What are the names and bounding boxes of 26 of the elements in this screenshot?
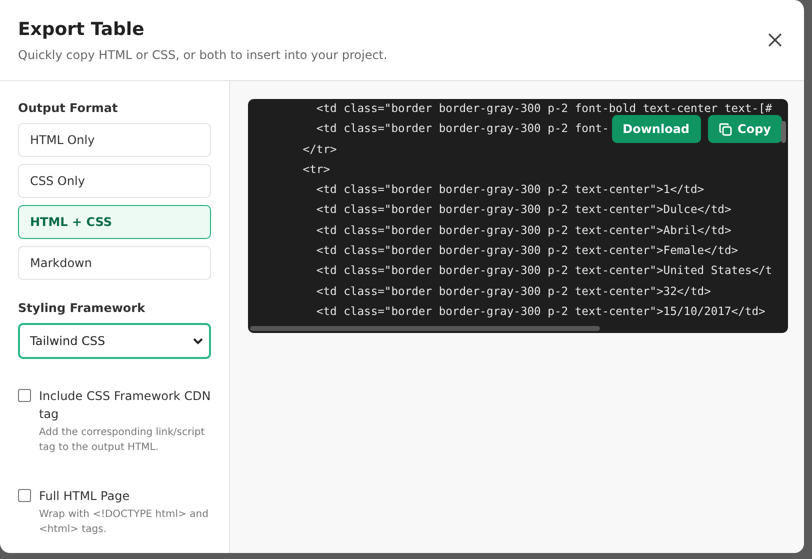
dialog-subtitle: Quickly copy HTML or CSS, or both to insert into your project. bbox=[18, 48, 388, 62]
section-label: Styling Framework bbox=[18, 301, 146, 315]
dialog-title: Export Table bbox=[18, 18, 146, 40]
checkbox-label: Include CSS Framework CDN tag bbox=[39, 388, 211, 423]
code-line: <td class="border border-gray-300 p-2 text-center">Dulce</td> bbox=[315, 202, 732, 218]
code-line: <td class="border border-gray-300 p-2 text-center">1</td> bbox=[315, 182, 704, 198]
checkbox-label: Full HTML Page bbox=[39, 488, 131, 505]
code-line: </tr> bbox=[302, 142, 337, 158]
code-line: <td class="border border-gray-300 p-2 text-center">32</td> bbox=[315, 284, 711, 300]
format-option[interactable]: HTML Only bbox=[18, 123, 211, 157]
download-button[interactable]: Download bbox=[612, 115, 701, 143]
section-label: Output Format bbox=[18, 101, 119, 115]
checkbox-description: Wrap with <!DOCTYPE html> and <html> tags. bbox=[39, 508, 210, 537]
code-line: <td class="border border-gray-300 p-2 text-center">Female</td> bbox=[315, 243, 738, 260]
format-option[interactable]: HTML + CSS bbox=[18, 205, 211, 239]
code-line: <td class="border border-gray-300 p-2 font-bold text-center text-[# bbox=[315, 101, 772, 117]
code-line: <td class="border border-gray-300 p-2 text-center">United States</t bbox=[315, 263, 772, 280]
format-option[interactable]: Markdown bbox=[18, 246, 211, 280]
checkbox-description: Add the corresponding link/script tag to the output HTML. bbox=[39, 426, 206, 455]
code-line: <tr> bbox=[302, 162, 330, 178]
framework-select[interactable]: Tailwind CSS bbox=[18, 323, 211, 359]
code-line: <td class="border border-gray-300 p-2 text-center">Abril</td> bbox=[315, 222, 732, 239]
code-line: <td class="border border-gray-300 p-2 font- bbox=[315, 121, 609, 138]
code-line: <td class="border border-gray-300 p-2 text-center">15/10/2017</td> bbox=[315, 304, 766, 320]
copy-button[interactable]: Copy bbox=[708, 115, 782, 143]
format-option[interactable]: CSS Only bbox=[18, 164, 211, 198]
